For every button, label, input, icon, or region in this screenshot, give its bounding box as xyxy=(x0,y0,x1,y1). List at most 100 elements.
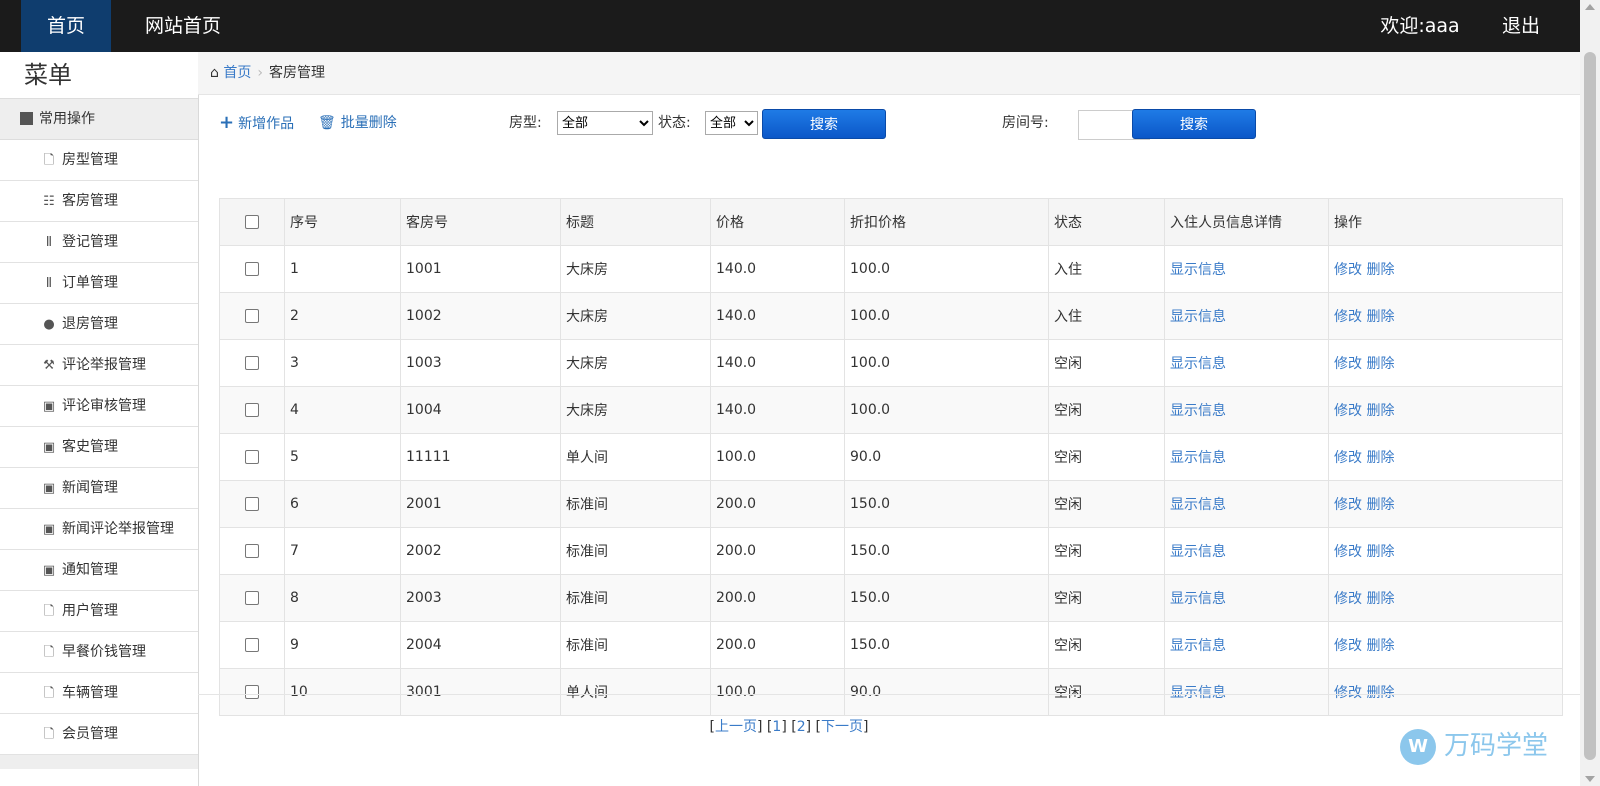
logout-link[interactable]: 退出 xyxy=(1496,0,1546,52)
edit-link[interactable]: 修改 xyxy=(1334,403,1362,419)
sidebar-item-5[interactable]: ⚒ 评论举报管理 xyxy=(0,345,198,386)
cell-room: 2003 xyxy=(400,574,561,622)
sidebar-item-6[interactable]: ▣ 评论审核管理 xyxy=(0,386,198,427)
edit-link[interactable]: 修改 xyxy=(1334,356,1362,372)
status-label: 状态: xyxy=(658,115,691,131)
batch-delete-button[interactable]: 🗑 批量删除 xyxy=(318,112,397,134)
sidebar-item-12[interactable]: 🗋 早餐价钱管理 xyxy=(0,632,198,673)
page-scrollbar[interactable] xyxy=(1580,0,1600,786)
row-checkbox[interactable] xyxy=(245,591,259,605)
row-checkbox[interactable] xyxy=(245,262,259,276)
sidebar-item-3[interactable]: Ⅱ 订单管理 xyxy=(0,263,198,304)
row-checkbox[interactable] xyxy=(245,638,259,652)
cell-discount: 100.0 xyxy=(844,245,1049,293)
row-checkbox[interactable] xyxy=(245,544,259,558)
delete-link[interactable]: 删除 xyxy=(1366,450,1394,466)
prev-page-link[interactable]: 上一页 xyxy=(715,719,757,735)
nav-home-tab[interactable]: 首页 xyxy=(21,0,111,52)
show-info-link[interactable]: 显示信息 xyxy=(1170,309,1226,325)
menu-group-common[interactable]: 常用操作 xyxy=(0,98,198,140)
row-checkbox[interactable] xyxy=(245,497,259,511)
cell-room: 1001 xyxy=(400,245,561,293)
edit-link[interactable]: 修改 xyxy=(1334,262,1362,278)
delete-link[interactable]: 删除 xyxy=(1366,497,1394,513)
edit-link[interactable]: 修改 xyxy=(1334,309,1362,325)
delete-link[interactable]: 删除 xyxy=(1366,638,1394,654)
sidebar-item-11[interactable]: 🗋 用户管理 xyxy=(0,591,198,632)
cell-title: 单人间 xyxy=(560,668,711,716)
select-all-checkbox[interactable] xyxy=(245,215,259,229)
cell-actions: 修改 删除 xyxy=(1328,386,1563,434)
row-select-cell xyxy=(219,245,285,293)
row-checkbox[interactable] xyxy=(245,685,259,699)
sidebar-item-7[interactable]: ▣ 客史管理 xyxy=(0,427,198,468)
picture-icon: ▣ xyxy=(42,481,56,496)
row-checkbox[interactable] xyxy=(245,403,259,417)
cell-status: 空闲 xyxy=(1048,621,1165,669)
header-discount: 折扣价格 xyxy=(844,198,1049,246)
page-1-link[interactable]: 1 xyxy=(772,719,781,735)
cell-title: 标准间 xyxy=(560,621,711,669)
show-info-link[interactable]: 显示信息 xyxy=(1170,638,1226,654)
next-page-link[interactable]: 下一页 xyxy=(821,719,863,735)
table-row: 3 1003 大床房 140.0 100.0 空闲 显示信息 修改 删除 xyxy=(219,339,1563,387)
edit-link[interactable]: 修改 xyxy=(1334,544,1362,560)
cell-actions: 修改 删除 xyxy=(1328,245,1563,293)
row-checkbox[interactable] xyxy=(245,356,259,370)
sidebar-item-9[interactable]: ▣ 新闻评论举报管理 xyxy=(0,509,198,550)
sidebar-item-1[interactable]: ☷ 客房管理 xyxy=(0,181,198,222)
cell-price: 200.0 xyxy=(710,527,845,575)
show-info-link[interactable]: 显示信息 xyxy=(1170,591,1226,607)
sidebar-item-4[interactable]: ● 退房管理 xyxy=(0,304,198,345)
scroll-down-arrow-icon[interactable] xyxy=(1585,776,1595,782)
table-row: 4 1004 大床房 140.0 100.0 空闲 显示信息 修改 删除 xyxy=(219,386,1563,434)
table-row: 8 2003 标准间 200.0 150.0 空闲 显示信息 修改 删除 xyxy=(219,574,1563,622)
cell-discount: 100.0 xyxy=(844,386,1049,434)
search-button[interactable]: 搜索 xyxy=(762,109,886,139)
delete-link[interactable]: 删除 xyxy=(1366,309,1394,325)
cell-title: 大床房 xyxy=(560,245,711,293)
show-info-link[interactable]: 显示信息 xyxy=(1170,262,1226,278)
edit-link[interactable]: 修改 xyxy=(1334,450,1362,466)
show-info-link[interactable]: 显示信息 xyxy=(1170,544,1226,560)
edit-link[interactable]: 修改 xyxy=(1334,685,1362,701)
show-info-link[interactable]: 显示信息 xyxy=(1170,497,1226,513)
page-2-link[interactable]: 2 xyxy=(797,719,806,735)
show-info-link[interactable]: 显示信息 xyxy=(1170,403,1226,419)
table-row: 1 1001 大床房 140.0 100.0 入住 显示信息 修改 删除 xyxy=(219,245,1563,293)
delete-link[interactable]: 删除 xyxy=(1366,403,1394,419)
row-checkbox[interactable] xyxy=(245,309,259,323)
delete-link[interactable]: 删除 xyxy=(1366,544,1394,560)
scrollbar-thumb[interactable] xyxy=(1584,52,1596,760)
delete-link[interactable]: 删除 xyxy=(1366,262,1394,278)
edit-link[interactable]: 修改 xyxy=(1334,638,1362,654)
watermark-text: 万码学堂 xyxy=(1444,731,1549,761)
list-icon: ☷ xyxy=(43,194,55,209)
room-type-select[interactable]: 全部 xyxy=(557,111,653,135)
delete-link[interactable]: 删除 xyxy=(1366,685,1394,701)
breadcrumb-home-link[interactable]: 首页 xyxy=(223,65,251,81)
show-info-link[interactable]: 显示信息 xyxy=(1170,356,1226,372)
cell-title: 单人间 xyxy=(560,433,711,481)
row-checkbox[interactable] xyxy=(245,450,259,464)
scroll-up-arrow-icon[interactable] xyxy=(1585,4,1595,10)
edit-link[interactable]: 修改 xyxy=(1334,591,1362,607)
nav-site-home-link[interactable]: 网站首页 xyxy=(133,0,233,52)
delete-link[interactable]: 删除 xyxy=(1366,591,1394,607)
show-info-link[interactable]: 显示信息 xyxy=(1170,450,1226,466)
sidebar-item-13[interactable]: 🗋 车辆管理 xyxy=(0,673,198,714)
add-item-button[interactable]: + 新增作品 xyxy=(219,112,294,135)
sidebar-item-0[interactable]: 🗋 房型管理 xyxy=(0,140,198,181)
sidebar-item-14[interactable]: 🗋 会员管理 xyxy=(0,714,198,755)
edit-link[interactable]: 修改 xyxy=(1334,497,1362,513)
status-select[interactable]: 全部 xyxy=(705,111,758,135)
sidebar-item-10[interactable]: ▣ 通知管理 xyxy=(0,550,198,591)
sidebar-item-2[interactable]: Ⅱ 登记管理 xyxy=(0,222,198,263)
delete-link[interactable]: 删除 xyxy=(1366,356,1394,372)
file-icon: 🗋 xyxy=(43,604,55,619)
pagination: [上一页] [1] [2] [下一页] xyxy=(709,719,869,735)
show-info-link[interactable]: 显示信息 xyxy=(1170,685,1226,701)
cell-price: 200.0 xyxy=(710,621,845,669)
room-search-button[interactable]: 搜索 xyxy=(1132,109,1256,139)
sidebar-item-8[interactable]: ▣ 新闻管理 xyxy=(0,468,198,509)
